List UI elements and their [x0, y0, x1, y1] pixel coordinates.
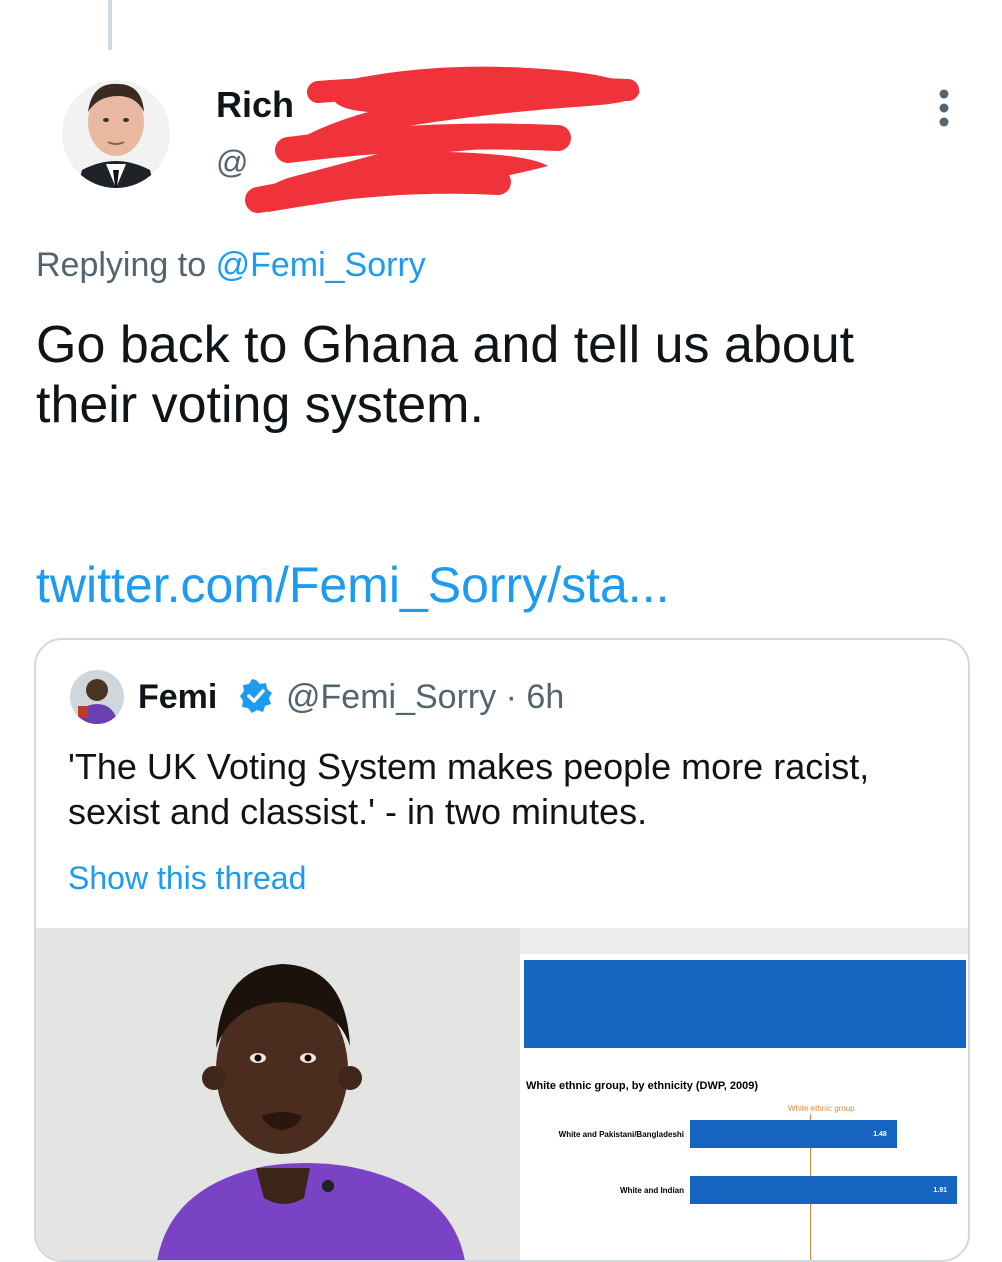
chart-category-label: White and Pakistani/Bangladeshi [558, 1130, 684, 1139]
author-avatar[interactable] [62, 60, 170, 210]
quoted-author-name[interactable]: Femi [138, 678, 217, 717]
redaction-scribble [228, 42, 658, 222]
show-thread-link[interactable]: Show this thread [68, 860, 306, 897]
quoted-media[interactable]: White ethnic group, by ethnicity (DWP, 2… [36, 928, 968, 1260]
video-thumbnail-photo [36, 928, 520, 1260]
chart-value-label: 1.48 [873, 1131, 887, 1138]
chart-bar [690, 1120, 898, 1148]
chart-value-label: 1.91 [933, 1187, 948, 1194]
thread-connector-line [108, 0, 112, 50]
reply-mention-link[interactable]: @Femi_Sorry [216, 246, 426, 284]
verified-badge-icon [238, 678, 274, 714]
tweet-text: Go back to Ghana and tell us about their… [36, 316, 855, 434]
chart-slide: White ethnic group, by ethnicity (DWP, 2… [520, 954, 968, 1260]
replying-to-line: Replying to @Femi_Sorry [36, 246, 426, 285]
chart-legend: White ethnic group [788, 1104, 855, 1113]
quoted-handle-time: @Femi_Sorry · 6h [286, 678, 565, 716]
chart-title: White ethnic group, by ethnicity (DWP, 2… [526, 1080, 759, 1092]
quoted-author-avatar[interactable] [70, 670, 124, 724]
chart-category-label: White and Indian [620, 1186, 684, 1195]
more-vertical-icon[interactable] [924, 84, 964, 134]
quoted-tweet-card[interactable]: Femi @Femi_Sorry · 6h 'The UK Voting Sys… [34, 638, 970, 1262]
slide-header-band [524, 960, 966, 1048]
replying-to-label: Replying to [36, 246, 207, 284]
quoted-tweet-text: 'The UK Voting System makes people more … [68, 746, 870, 832]
tweet-link[interactable]: twitter.com/Femi_Sorry/sta... [36, 556, 669, 614]
